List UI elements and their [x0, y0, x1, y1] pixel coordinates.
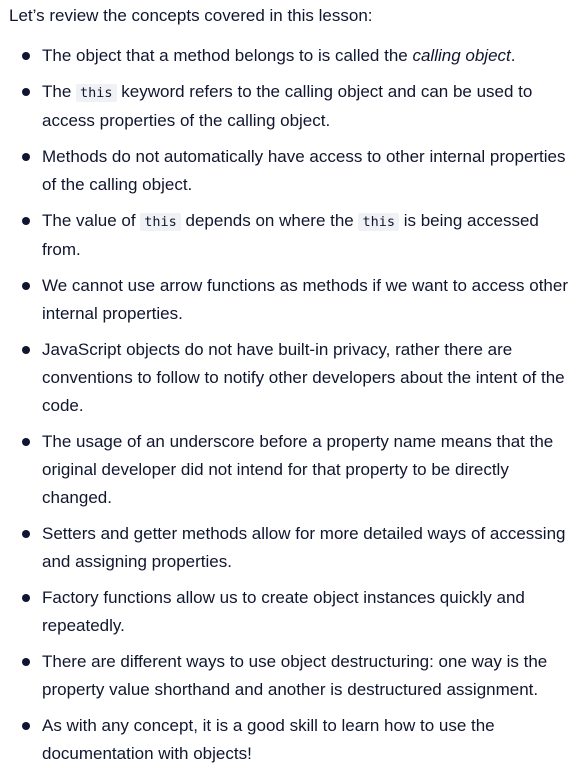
list-item: The object that a method belongs to is c…	[9, 42, 582, 70]
list-item: Factory functions allow us to create obj…	[9, 584, 582, 640]
item-text: depends on where the	[180, 211, 359, 230]
inline-code-this: this	[140, 213, 181, 231]
bullet-icon	[22, 88, 30, 96]
list-item: The this keyword refers to the calling o…	[9, 78, 582, 135]
bullet-icon	[22, 530, 30, 538]
item-text: There are different ways to use object d…	[42, 652, 548, 699]
item-text: Setters and getter methods allow for mor…	[42, 524, 566, 571]
list-item: Methods do not automatically have access…	[9, 143, 582, 199]
concept-list: The object that a method belongs to is c…	[9, 42, 582, 768]
item-text: We cannot use arrow functions as methods…	[42, 276, 569, 323]
item-text: As with any concept, it is a good skill …	[42, 716, 495, 763]
list-item: We cannot use arrow functions as methods…	[9, 272, 582, 328]
bullet-icon	[22, 658, 30, 666]
list-item: There are different ways to use object d…	[9, 648, 582, 704]
intro-text: Let’s review the concepts covered in thi…	[9, 6, 373, 25]
bullet-icon	[22, 153, 30, 161]
bullet-icon	[22, 282, 30, 290]
list-item: The value of this depends on where the t…	[9, 207, 582, 264]
list-item: Setters and getter methods allow for mor…	[9, 520, 582, 576]
inline-code-this: this	[76, 84, 117, 102]
bullet-icon	[22, 722, 30, 730]
calling-object-term: calling object	[412, 46, 511, 65]
item-text: The object that a method belongs to is c…	[42, 46, 413, 65]
item-text: JavaScript objects do not have built-in …	[42, 340, 565, 415]
item-text: Factory functions allow us to create obj…	[42, 588, 525, 635]
item-text: The value of	[42, 211, 141, 230]
list-item: As with any concept, it is a good skill …	[9, 712, 582, 768]
item-text: The	[42, 82, 77, 101]
bullet-icon	[22, 52, 30, 60]
bullet-icon	[22, 438, 30, 446]
bullet-icon	[22, 346, 30, 354]
list-item: The usage of an underscore before a prop…	[9, 428, 582, 512]
lesson-review: Let’s review the concepts covered in thi…	[0, 0, 582, 768]
inline-code-this: this	[358, 213, 399, 231]
item-text: The usage of an underscore before a prop…	[42, 432, 554, 507]
bullet-icon	[22, 217, 30, 225]
list-item: JavaScript objects do not have built-in …	[9, 336, 582, 420]
item-text: Methods do not automatically have access…	[42, 147, 566, 194]
item-text: .	[510, 46, 516, 65]
bullet-icon	[22, 594, 30, 602]
